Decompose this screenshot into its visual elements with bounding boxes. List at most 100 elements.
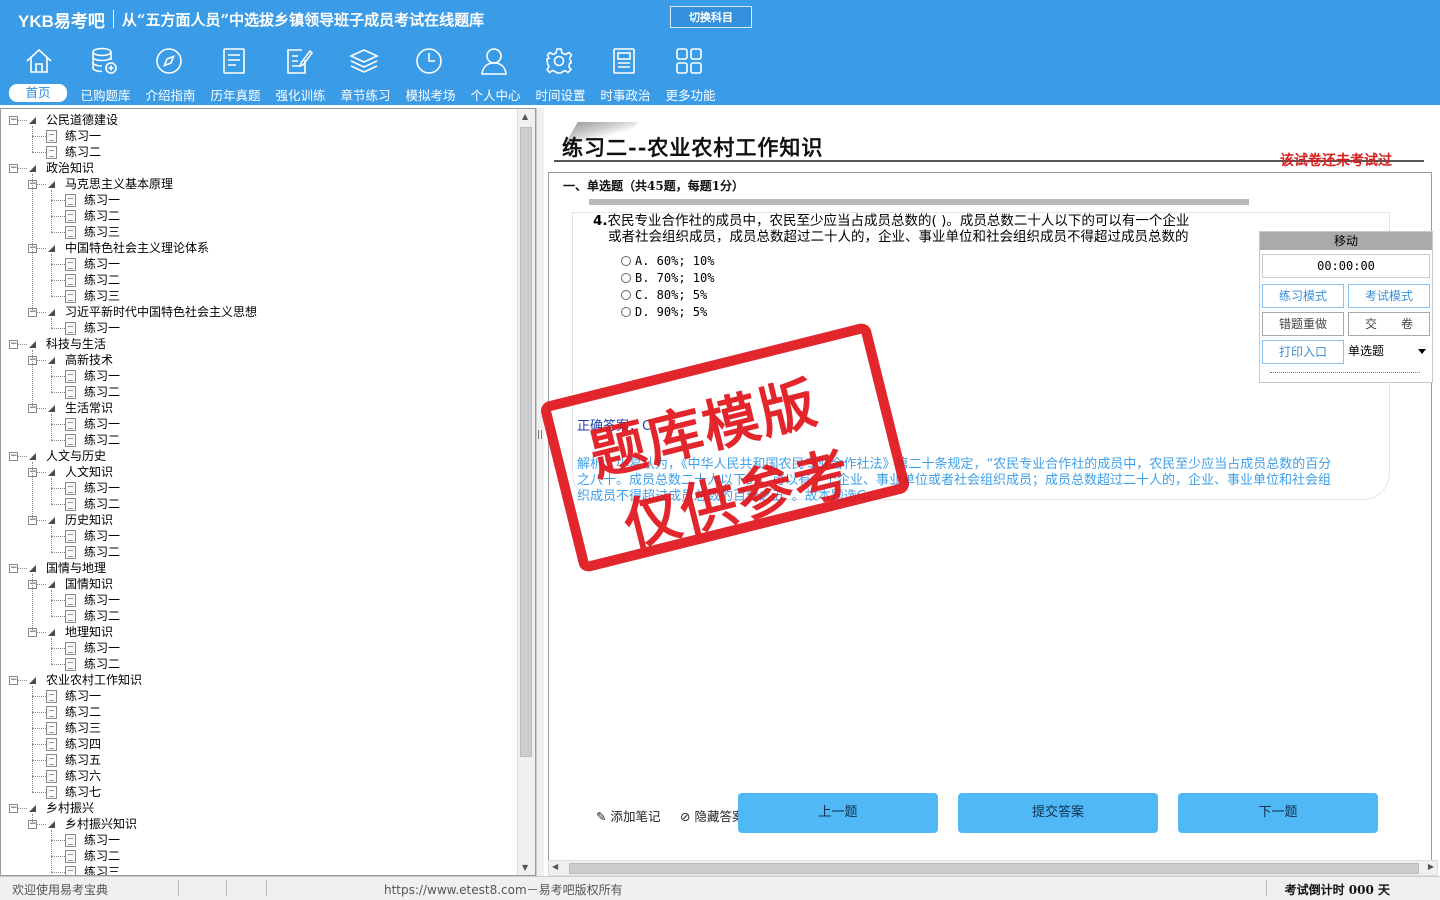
tree-folder-node[interactable]: − 生活常识 [1, 400, 501, 416]
tree-leaf-node[interactable]: 练习二 [1, 608, 501, 624]
collapse-toggle-icon[interactable]: − [9, 564, 18, 573]
tree-connector [32, 152, 46, 153]
radio-button[interactable] [621, 256, 631, 266]
tool-home[interactable]: 首页 [8, 46, 73, 104]
scroll-down-icon[interactable]: ▼ [522, 863, 528, 872]
print-button[interactable]: 打印入口 [1262, 340, 1344, 364]
tool-training[interactable]: 强化训练 [268, 46, 333, 104]
tool-label: 更多功能 [665, 88, 716, 103]
submit-paper-button[interactable]: 交 卷 [1348, 312, 1430, 336]
tree-leaf-node[interactable]: 练习二 [1, 544, 501, 560]
tree-folder-node[interactable]: − 习近平新时代中国特色社会主义思想 [1, 304, 501, 320]
tree-leaf-node[interactable]: 练习一 [1, 192, 501, 208]
tree-folder-node[interactable]: − 乡村振兴 [1, 800, 501, 816]
tree-leaf-node[interactable]: 练习二 [1, 208, 501, 224]
tree-leaf-node[interactable]: 练习一 [1, 256, 501, 272]
folder-triangle-icon [29, 677, 36, 684]
tree-folder-node[interactable]: − 人文知识 [1, 464, 501, 480]
tree-leaf-node[interactable]: 练习三 [1, 224, 501, 240]
tree-leaf-node[interactable]: 练习二 [1, 432, 501, 448]
prev-question-button[interactable]: 上一题 [738, 793, 938, 833]
tree-leaf-node[interactable]: 练习二 [1, 704, 501, 720]
tool-purchased[interactable]: 已购题库 [73, 46, 138, 104]
tree-node-label: 历史知识 [65, 513, 114, 527]
tree-leaf-node[interactable]: 练习一 [1, 528, 501, 544]
collapse-toggle-icon[interactable]: − [9, 804, 18, 813]
tree-folder-node[interactable]: − 高新技术 [1, 352, 501, 368]
collapse-toggle-icon[interactable]: − [9, 452, 18, 461]
tree-scroll-thumb[interactable] [520, 127, 532, 757]
tree-leaf-node[interactable]: 练习三 [1, 864, 501, 875]
tree-leaf-node[interactable]: 练习一 [1, 128, 501, 144]
tool-current-affairs[interactable]: 时事政治 [593, 46, 658, 104]
radio-button[interactable] [621, 273, 631, 283]
tree-folder-node[interactable]: − 马克思主义基本原理 [1, 176, 501, 192]
practice-mode-button[interactable]: 练习模式 [1262, 284, 1344, 308]
redo-wrong-button[interactable]: 错题重做 [1262, 312, 1344, 336]
horizontal-scrollbar[interactable]: ◀ ▶ [548, 860, 1438, 876]
horizontal-scroll-thumb[interactable] [569, 863, 1419, 874]
collapse-toggle-icon[interactable]: − [9, 340, 18, 349]
question-type-select[interactable]: 单选题 [1346, 340, 1430, 364]
tree-leaf-node[interactable]: 练习七 [1, 784, 501, 800]
tree-leaf-node[interactable]: 练习一 [1, 592, 501, 608]
tree-folder-node[interactable]: − 中国特色社会主义理论体系 [1, 240, 501, 256]
document-icon [65, 594, 76, 607]
scroll-right-icon[interactable]: ▶ [1428, 862, 1434, 871]
tool-time-settings[interactable]: 时间设置 [528, 46, 593, 104]
tree-leaf-node[interactable]: 练习五 [1, 752, 501, 768]
tool-more[interactable]: 更多功能 [658, 46, 723, 104]
pane-splitter[interactable]: ||| [536, 108, 546, 876]
collapse-toggle-icon[interactable]: − [9, 116, 18, 125]
panel-move-handle[interactable]: 移动 [1260, 232, 1432, 250]
exam-mode-button[interactable]: 考试模式 [1348, 284, 1430, 308]
tree-leaf-node[interactable]: 练习二 [1, 656, 501, 672]
switch-subject-button[interactable]: 切换科目 [670, 6, 752, 28]
tree-leaf-node[interactable]: 练习二 [1, 272, 501, 288]
tree-leaf-node[interactable]: 练习二 [1, 144, 501, 160]
tree-leaf-node[interactable]: 练习一 [1, 688, 501, 704]
tree-leaf-node[interactable]: 练习四 [1, 736, 501, 752]
tree-folder-node[interactable]: − 公民道德建设 [1, 112, 501, 128]
tool-chapter[interactable]: 章节练习 [333, 46, 398, 104]
tree-leaf-node[interactable]: 练习一 [1, 832, 501, 848]
tool-past-exams[interactable]: 历年真题 [203, 46, 268, 104]
add-note-button[interactable]: ✎ 添加笔记 [596, 806, 660, 825]
tree-leaf-node[interactable]: 练习六 [1, 768, 501, 784]
tree-leaf-node[interactable]: 练习一 [1, 320, 501, 336]
hide-answer-button[interactable]: ⊘ 隐藏答案 [680, 806, 744, 825]
collapse-toggle-icon[interactable]: − [9, 676, 18, 685]
collapse-toggle-icon[interactable]: − [9, 164, 18, 173]
scroll-up-icon[interactable]: ▲ [522, 112, 528, 121]
tool-mock-exam[interactable]: 模拟考场 [398, 46, 463, 104]
tree-scrollbar[interactable]: ▲ ▼ [517, 109, 535, 875]
panel-divider [1270, 372, 1420, 373]
tree-folder-node[interactable]: − 农业农村工作知识 [1, 672, 501, 688]
tree-leaf-node[interactable]: 练习一 [1, 368, 501, 384]
tree-folder-node[interactable]: − 乡村振兴知识 [1, 816, 501, 832]
tool-profile[interactable]: 个人中心 [463, 46, 528, 104]
tree-leaf-node[interactable]: 练习一 [1, 640, 501, 656]
tree-folder-node[interactable]: − 地理知识 [1, 624, 501, 640]
option-label: C. 80%; 5% [635, 288, 708, 302]
option-label: B. 70%; 10% [635, 271, 715, 285]
tool-guide[interactable]: 介绍指南 [138, 46, 203, 104]
tree-leaf-node[interactable]: 练习一 [1, 480, 501, 496]
tree-folder-node[interactable]: − 国情与地理 [1, 560, 501, 576]
tree-folder-node[interactable]: − 历史知识 [1, 512, 501, 528]
radio-button[interactable] [621, 307, 631, 317]
next-question-button[interactable]: 下一题 [1178, 793, 1378, 833]
submit-answer-button[interactable]: 提交答案 [958, 793, 1158, 833]
tree-leaf-node[interactable]: 练习三 [1, 288, 501, 304]
scroll-left-icon[interactable]: ◀ [552, 862, 558, 871]
tree-folder-node[interactable]: − 国情知识 [1, 576, 501, 592]
tree-folder-node[interactable]: − 政治知识 [1, 160, 501, 176]
tree-leaf-node[interactable]: 练习三 [1, 720, 501, 736]
tree-leaf-node[interactable]: 练习二 [1, 384, 501, 400]
tree-folder-node[interactable]: − 科技与生活 [1, 336, 501, 352]
tree-leaf-node[interactable]: 练习一 [1, 416, 501, 432]
tree-leaf-node[interactable]: 练习二 [1, 848, 501, 864]
tree-folder-node[interactable]: − 人文与历史 [1, 448, 501, 464]
tree-leaf-node[interactable]: 练习二 [1, 496, 501, 512]
radio-button[interactable] [621, 290, 631, 300]
